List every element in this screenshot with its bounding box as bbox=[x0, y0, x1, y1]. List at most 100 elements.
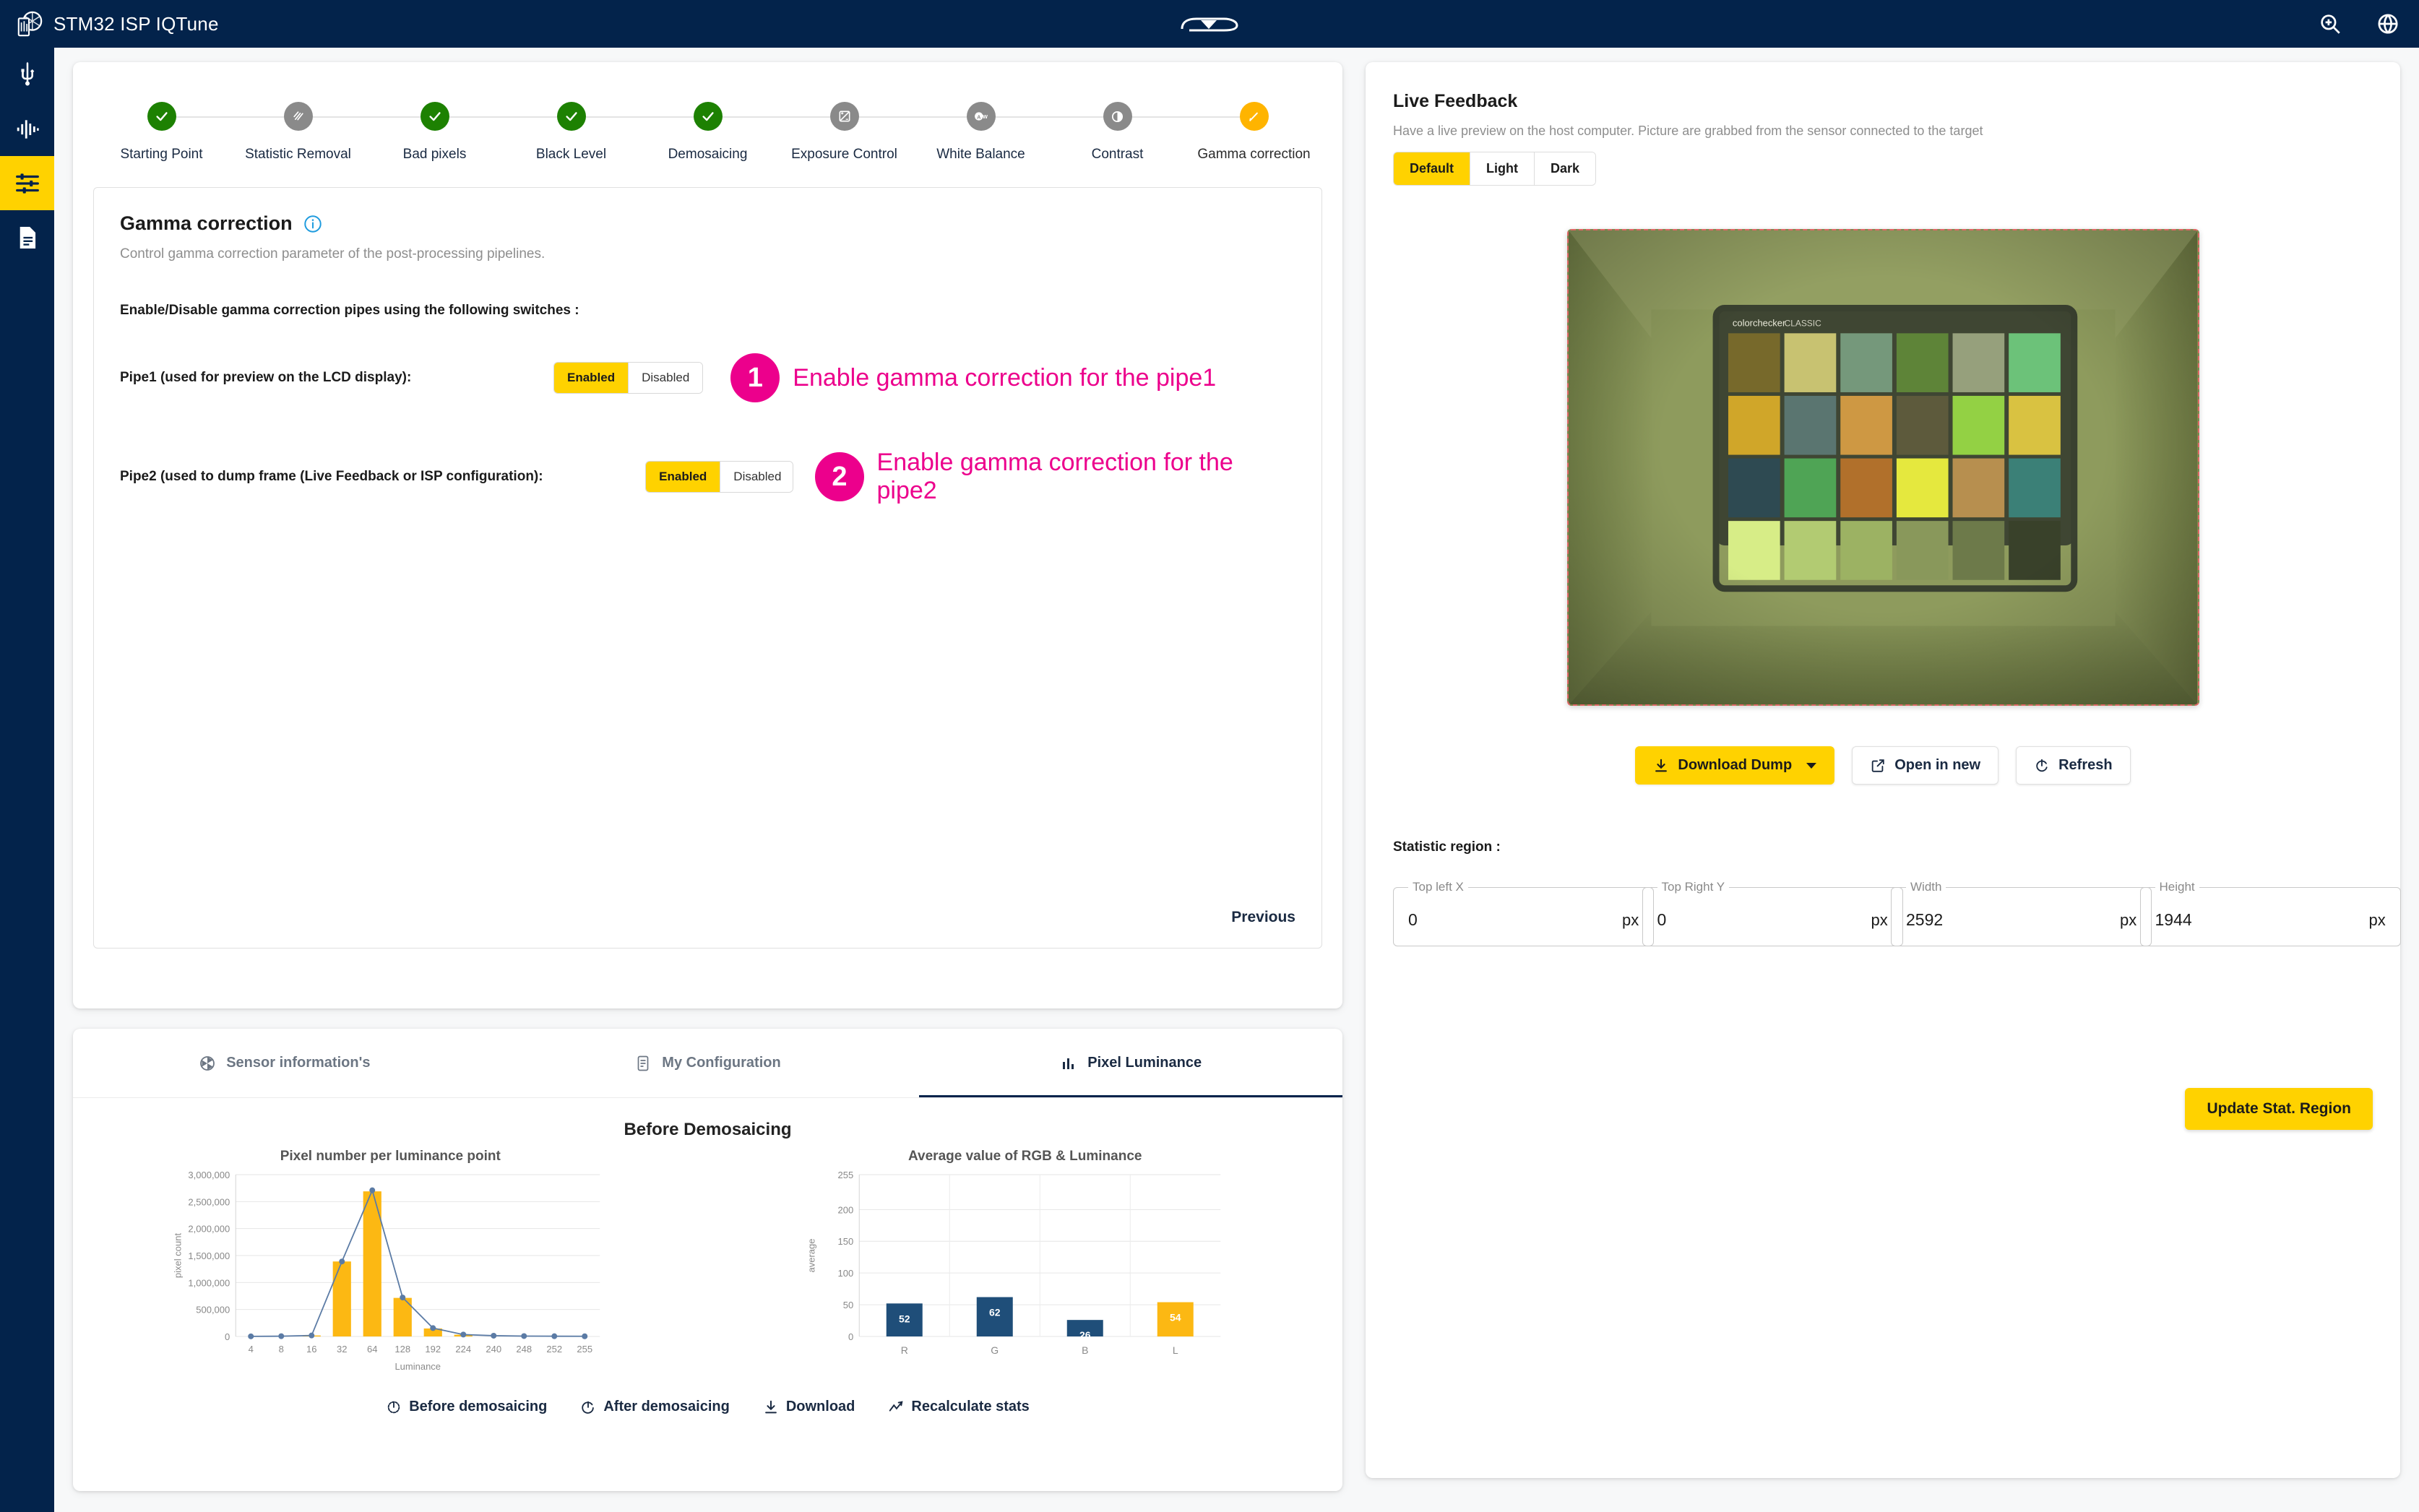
mode-default-button[interactable]: Default bbox=[1394, 152, 1471, 185]
svg-text:Luminance: Luminance bbox=[394, 1361, 441, 1372]
svg-text:255: 255 bbox=[837, 1170, 853, 1180]
sidebar-item-signal[interactable] bbox=[0, 102, 54, 156]
right-column: Live Feedback Have a live preview on the… bbox=[1366, 62, 2401, 1478]
recalculate-stats-button[interactable]: Recalculate stats bbox=[888, 1399, 1030, 1415]
gamma-correction-card: Starting Point Statistic Removal Bad pix… bbox=[73, 62, 1342, 1008]
sidebar-item-tuning[interactable] bbox=[0, 156, 54, 210]
info-icon[interactable] bbox=[303, 214, 323, 234]
svg-text:192: 192 bbox=[425, 1344, 441, 1355]
svg-text:128: 128 bbox=[394, 1344, 410, 1355]
height-input[interactable] bbox=[2155, 910, 2369, 930]
config-icon bbox=[637, 1055, 649, 1071]
svg-text:100: 100 bbox=[837, 1268, 853, 1279]
rotate-cw-icon bbox=[582, 1401, 595, 1414]
step-bad-pixels[interactable]: Bad pixels bbox=[366, 102, 572, 163]
after-demosaicing-button[interactable]: After demosaicing bbox=[580, 1399, 730, 1415]
step-label: Bad pixels bbox=[402, 147, 467, 162]
chart-title: Pixel number per luminance point bbox=[280, 1149, 501, 1164]
hatch-icon bbox=[283, 102, 313, 131]
step-statistic-removal[interactable]: Statistic Removal bbox=[230, 102, 435, 163]
field-label: Top Right Y bbox=[1661, 880, 1725, 894]
top-right-y-input[interactable] bbox=[1657, 910, 1871, 930]
step-label: Gamma correction bbox=[1197, 147, 1311, 162]
width-input[interactable] bbox=[1906, 910, 2120, 930]
previous-button[interactable]: Previous bbox=[1231, 909, 1295, 926]
svg-text:1,500,000: 1,500,000 bbox=[188, 1250, 230, 1261]
zoom-in-icon[interactable] bbox=[2318, 12, 2342, 36]
chart-title: Average value of RGB & Luminance bbox=[908, 1149, 1142, 1164]
tab-my-configuration[interactable]: My Configuration bbox=[496, 1029, 920, 1097]
bar-chart-icon bbox=[1063, 1058, 1074, 1069]
step-label: Statistic Removal bbox=[245, 147, 351, 162]
pipe2-toggle-group[interactable]: Enabled Disabled bbox=[645, 461, 794, 493]
update-stat-region-button[interactable]: Update Stat. Region bbox=[2185, 1088, 2373, 1130]
topbar-actions bbox=[2318, 0, 2400, 48]
pipe1-disabled-button[interactable]: Disabled bbox=[629, 363, 703, 393]
pipe2-enabled-button[interactable]: Enabled bbox=[646, 462, 721, 492]
field-height: Height px bbox=[2139, 880, 2401, 946]
pipe1-toggle-group[interactable]: Enabled Disabled bbox=[553, 362, 704, 394]
svg-text:54: 54 bbox=[1169, 1312, 1181, 1323]
tab-label: Pixel Luminance bbox=[1087, 1055, 1202, 1071]
svg-text:average: average bbox=[806, 1239, 816, 1273]
check-icon bbox=[420, 102, 449, 131]
panel-header: Gamma correction bbox=[120, 212, 1295, 235]
top-left-x-input[interactable] bbox=[1408, 910, 1622, 930]
callout-number-badge: 2 bbox=[815, 452, 864, 501]
chart-rgb-average: Average value of RGB & Luminance 0 50 100 1… bbox=[708, 1149, 1343, 1387]
tab-sensor-informations[interactable]: Sensor information's bbox=[73, 1029, 496, 1097]
aperture-chip-icon bbox=[16, 10, 43, 38]
tab-pixel-luminance[interactable]: Pixel Luminance bbox=[919, 1029, 1342, 1097]
svg-text:248: 248 bbox=[516, 1344, 532, 1355]
step-black-level[interactable]: Black Level bbox=[503, 102, 708, 163]
mode-light-button[interactable]: Light bbox=[1470, 152, 1535, 185]
step-starting-point[interactable]: Starting Point bbox=[93, 102, 298, 163]
left-column: Starting Point Statistic Removal Bad pix… bbox=[73, 62, 1342, 1491]
step-connector bbox=[298, 116, 435, 118]
download-dump-button[interactable]: Download Dump bbox=[1635, 746, 1835, 785]
awb-icon: AW bbox=[966, 102, 996, 131]
pipe1-enabled-button[interactable]: Enabled bbox=[554, 363, 629, 393]
pipeline-stepper: Starting Point Statistic Removal Bad pix… bbox=[73, 62, 1342, 163]
step-gamma-correction[interactable]: Gamma correction bbox=[1186, 102, 1322, 163]
svg-text:R: R bbox=[900, 1344, 907, 1356]
sidebar-item-report[interactable] bbox=[0, 210, 54, 264]
globe-icon[interactable] bbox=[2376, 12, 2400, 36]
download-stats-button[interactable]: Download bbox=[763, 1399, 855, 1415]
aperture-icon bbox=[200, 1055, 215, 1071]
step-white-balance[interactable]: AW White Balance bbox=[913, 102, 1118, 163]
tab-label: My Configuration bbox=[662, 1055, 781, 1071]
svg-text:252: 252 bbox=[546, 1344, 562, 1355]
open-in-new-button[interactable]: Open in new bbox=[1852, 746, 1999, 785]
field-unit: px bbox=[1871, 910, 1888, 929]
field-label: Top left X bbox=[1413, 880, 1464, 894]
step-exposure-control[interactable]: Exposure Control bbox=[776, 102, 981, 163]
callout-2: 2 Enable gamma correction for the pipe2 bbox=[815, 449, 1295, 505]
step-demosaicing[interactable]: Demosaicing bbox=[639, 102, 845, 163]
preview-mode-group[interactable]: Default Light Dark bbox=[1393, 152, 1597, 186]
mode-dark-button[interactable]: Dark bbox=[1535, 152, 1596, 185]
svg-text:2,000,000: 2,000,000 bbox=[188, 1224, 230, 1235]
step-contrast[interactable]: Contrast bbox=[1049, 102, 1254, 163]
field-label: Width bbox=[1910, 880, 1942, 894]
step-label: Demosaicing bbox=[668, 147, 748, 162]
trending-icon bbox=[889, 1400, 903, 1412]
before-demosaicing-button[interactable]: Before demosaicing bbox=[386, 1399, 547, 1415]
sidebar-item-connection[interactable] bbox=[0, 48, 54, 102]
step-connector bbox=[571, 116, 708, 118]
pipe1-row: Pipe1 (used for preview on the LCD displ… bbox=[120, 353, 1295, 402]
live-preview-image[interactable]: colorchecker CLASSIC bbox=[1566, 229, 2199, 706]
download-icon bbox=[1655, 759, 1668, 772]
pipe2-disabled-button[interactable]: Disabled bbox=[720, 462, 793, 492]
chevron-down-icon[interactable] bbox=[1806, 762, 1817, 769]
contrast-icon bbox=[1103, 102, 1132, 131]
live-feedback-subtitle: Have a live preview on the host computer… bbox=[1393, 124, 1983, 138]
svg-text:pixel count: pixel count bbox=[172, 1233, 183, 1279]
svg-text:0: 0 bbox=[225, 1331, 230, 1342]
svg-text:26: 26 bbox=[1079, 1329, 1090, 1341]
colorchecker-preview: colorchecker CLASSIC bbox=[1568, 230, 2198, 704]
refresh-button[interactable]: Refresh bbox=[2016, 746, 2131, 785]
action-label: After demosaicing bbox=[603, 1399, 730, 1414]
action-label: Download bbox=[785, 1399, 855, 1414]
svg-text:240: 240 bbox=[486, 1344, 501, 1355]
